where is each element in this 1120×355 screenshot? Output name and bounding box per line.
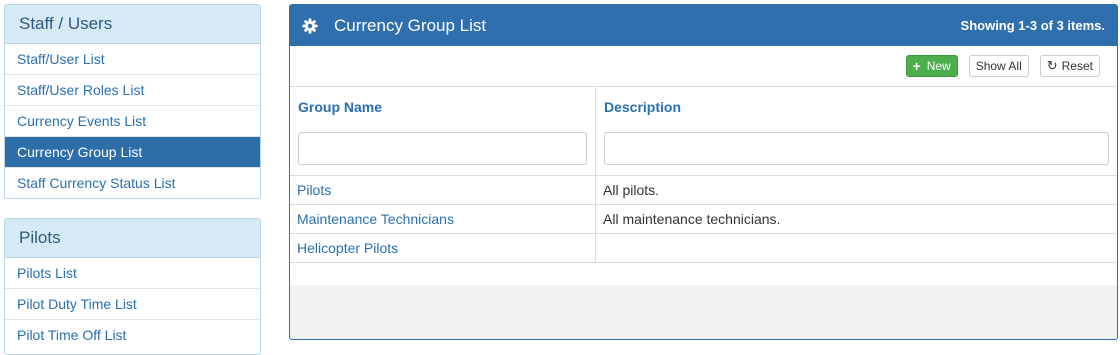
group-link-pilots[interactable]: Pilots — [297, 182, 331, 198]
sidebar-item-staff-user-list[interactable]: Staff/User List — [5, 44, 260, 75]
page-title: Currency Group List — [334, 15, 487, 35]
new-button[interactable]: + New — [905, 55, 958, 77]
sidebar-item-staff-user-roles-list[interactable]: Staff/User Roles List — [5, 75, 260, 106]
sidebar-item-currency-events-list[interactable]: Currency Events List — [5, 106, 260, 137]
reset-button[interactable]: ↻ Reset — [1039, 55, 1100, 77]
new-button-label: New — [926, 59, 951, 73]
table-row: Helicopter Pilots — [290, 233, 1117, 263]
sidebar-item-pilots-list[interactable]: Pilots List — [5, 258, 260, 289]
panel-header: Currency Group List Showing 1-3 of 3 ite… — [290, 5, 1117, 46]
refresh-icon: ↻ — [1046, 58, 1058, 73]
plus-icon: + — [912, 58, 921, 74]
show-all-button[interactable]: Show All — [968, 55, 1029, 77]
column-header-description[interactable]: Description — [595, 87, 1117, 132]
filter-cell-description — [595, 132, 1117, 176]
group-name-filter-input[interactable] — [298, 132, 587, 165]
sidebar-item-currency-group-list[interactable]: Currency Group List — [5, 137, 260, 168]
row-description: All pilots. — [595, 175, 1117, 205]
pilots-panel: Pilots Pilots List Pilot Duty Time List … — [4, 218, 261, 355]
description-filter-input[interactable] — [604, 132, 1109, 165]
table-row: Pilots All pilots. — [290, 175, 1117, 205]
currency-group-panel: Currency Group List Showing 1-3 of 3 ite… — [289, 4, 1118, 340]
table-row: Maintenance Technicians All maintenance … — [290, 204, 1117, 234]
reset-button-label: Reset — [1061, 59, 1093, 73]
row-description — [595, 233, 1117, 263]
pilots-heading: Pilots — [5, 219, 260, 258]
result-summary: Showing 1-3 of 3 items. — [960, 18, 1105, 33]
column-header-group-name[interactable]: Group Name — [290, 87, 596, 132]
gear-icon — [302, 18, 318, 34]
group-link-helicopter-pilots[interactable]: Helicopter Pilots — [297, 240, 398, 256]
sidebar-item-pilot-duty-time-list[interactable]: Pilot Duty Time List — [5, 289, 260, 320]
filter-cell-name — [290, 132, 596, 176]
sidebar-item-pilot-time-off-list[interactable]: Pilot Time Off List — [5, 320, 260, 350]
table-filler-row — [290, 262, 1117, 285]
sidebar-item-staff-currency-status-list[interactable]: Staff Currency Status List — [5, 168, 260, 198]
toolbar: + New Show All ↻ Reset — [290, 46, 1117, 87]
currency-group-table: Group Name Description Pilots All pilots… — [290, 87, 1117, 285]
staff-users-heading: Staff / Users — [5, 5, 260, 44]
row-description: All maintenance technicians. — [595, 204, 1117, 234]
group-link-maintenance-technicians[interactable]: Maintenance Technicians — [297, 211, 454, 227]
staff-users-panel: Staff / Users Staff/User List Staff/User… — [4, 4, 261, 199]
